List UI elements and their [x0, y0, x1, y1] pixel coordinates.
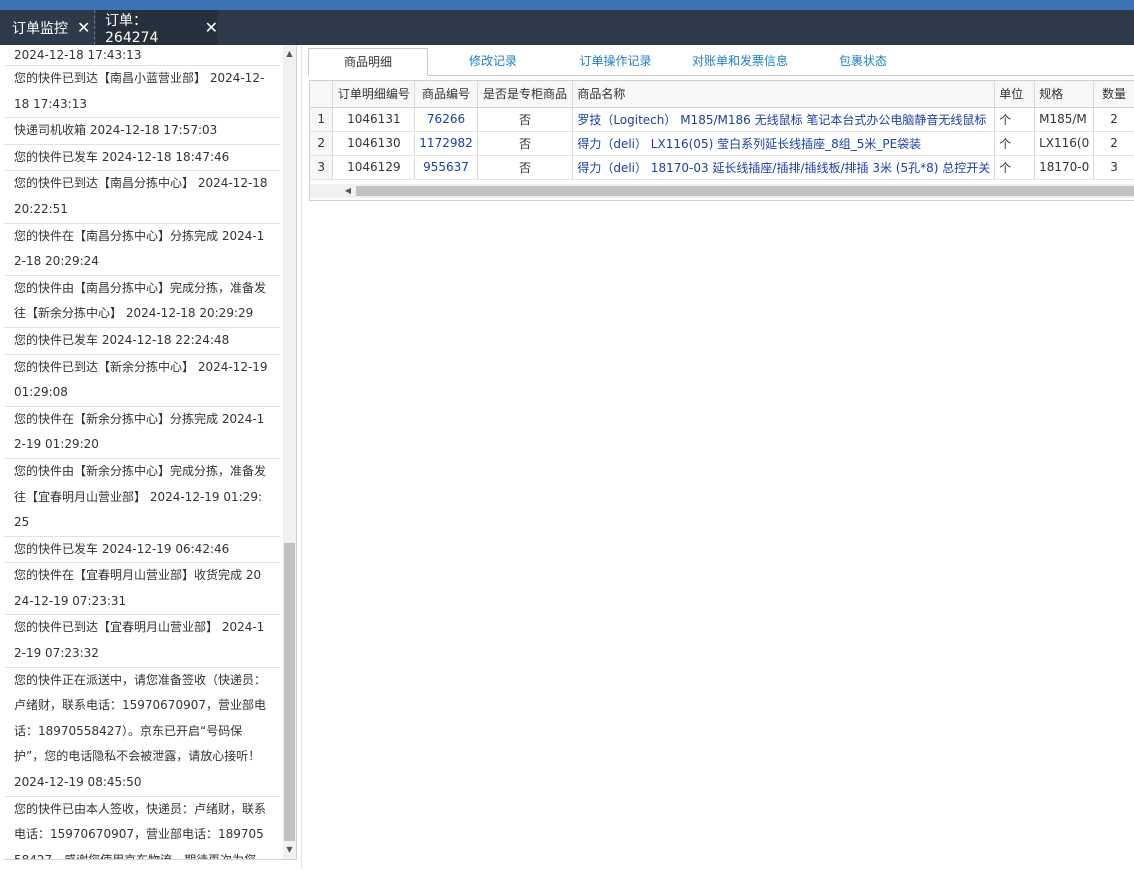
detail-tab-strip: 商品明细 修改记录 订单操作记录 对账单和发票信息 包裹状态 [308, 45, 1134, 76]
log-item: 您的快件正在派送中，请您准备签收（快递员：卢绪财，联系电话：1597067090… [4, 668, 280, 797]
tracking-log-list: 2024-12-18 17:43:13 您的快件已到达【南昌小蓝营业部】 202… [4, 45, 280, 859]
cell-quantity: 2 [1093, 131, 1134, 156]
scroll-up-arrow-icon[interactable]: ▲ [283, 47, 296, 61]
cell-spec: 18170-0 [1034, 155, 1095, 180]
column-header-unit[interactable]: 单位 [994, 81, 1036, 108]
tab-label: 订单：264274 [105, 12, 159, 46]
tab-modification-log[interactable]: 修改记录 [438, 48, 548, 75]
log-item: 您的快件在【宜春明月山营业部】收货完成 2024-12-19 07:23:31 [4, 563, 280, 616]
tab-order-detail[interactable]: 订单：264274 ✕ [96, 10, 218, 46]
row-number: 3 [310, 155, 334, 180]
table-row[interactable]: 1 1046131 76266 否 罗技（Logitech） M185/M186… [310, 107, 1134, 132]
tab-label: 订单监控 [12, 20, 68, 37]
cell-counter-item: 否 [477, 155, 574, 180]
cell-product-name-link[interactable]: 罗技（Logitech） M185/M186 无线鼠标 笔记本台式办公电脑静音无… [572, 107, 996, 132]
table-row[interactable]: 3 1046129 955637 否 得力（deli） 18170-03 延长线… [310, 155, 1134, 180]
row-number: 1 [310, 107, 334, 132]
column-header-detail-id[interactable]: 订单明细编号 [332, 81, 416, 108]
cell-unit: 个 [994, 107, 1036, 132]
tab-package-status[interactable]: 包裹状态 [813, 48, 913, 75]
cell-counter-item: 否 [477, 131, 574, 156]
product-detail-grid: 订单明细编号 商品编号 是否是专柜商品 商品名称 单位 规格 数量 1 1046… [309, 80, 1134, 201]
log-item: 您的快件已发车 2024-12-19 06:42:46 [4, 537, 280, 564]
cell-product-id-link[interactable]: 76266 [414, 107, 478, 132]
cell-detail-id: 1046131 [332, 107, 416, 132]
tab-order-operation-log[interactable]: 订单操作记录 [563, 48, 668, 75]
vertical-scrollbar[interactable]: ▲ ▼ [283, 45, 296, 859]
cell-spec: M185/M [1034, 107, 1095, 132]
cell-product-name-link[interactable]: 得力（deli） LX116(05) 莹白系列延长线插座_8组_5米_PE袋装 [572, 131, 996, 156]
cell-product-name-link[interactable]: 得力（deli） 18170-03 延长线插座/插排/插线板/排插 3米 (5孔… [572, 155, 996, 180]
cell-spec: LX116(0 [1034, 131, 1095, 156]
log-item: 您的快件已到达【南昌小蓝营业部】 2024-12-18 17:43:13 [4, 66, 280, 119]
column-header-rownum [310, 81, 334, 108]
cell-quantity: 3 [1093, 155, 1134, 180]
log-item: 您的快件由【南昌分拣中心】完成分拣，准备发往【新余分拣中心】 2024-12-1… [4, 276, 280, 328]
cell-unit: 个 [994, 155, 1036, 180]
cell-counter-item: 否 [477, 107, 574, 132]
log-item: 快递司机收箱 2024-12-18 17:57:03 [4, 118, 280, 145]
log-item: 您的快件已由本人签收，快递员：卢绪财，联系电话：15970670907，营业部电… [4, 797, 280, 859]
log-item: 您的快件已发车 2024-12-18 18:47:46 [4, 145, 280, 172]
scrollbar-thumb[interactable] [356, 186, 1134, 196]
close-icon[interactable]: ✕ [77, 19, 90, 36]
column-header-quantity[interactable]: 数量 [1093, 81, 1134, 108]
cell-detail-id: 1046130 [332, 131, 416, 156]
log-item: 您的快件由【新余分拣中心】完成分拣，准备发往【宜春明月山营业部】 2024-12… [4, 459, 280, 537]
tracking-log-panel: 2024-12-18 17:43:13 您的快件已到达【南昌小蓝营业部】 202… [4, 45, 297, 859]
table-row[interactable]: 2 1046130 1172982 否 得力（deli） LX116(05) 莹… [310, 131, 1134, 156]
cell-unit: 个 [994, 131, 1036, 156]
log-item: 您的快件在【南昌分拣中心】分拣完成 2024-12-18 20:29:24 [4, 224, 280, 276]
product-table: 订单明细编号 商品编号 是否是专柜商品 商品名称 单位 规格 数量 1 1046… [310, 81, 1134, 180]
document-tab-bar: 订单监控 ✕ 订单：264274 ✕ [0, 10, 1134, 46]
cell-detail-id: 1046129 [332, 155, 416, 180]
top-accent-bar [0, 0, 1134, 10]
close-icon[interactable]: ✕ [205, 19, 218, 36]
left-panel-footer [4, 859, 297, 870]
cell-product-id-link[interactable]: 1172982 [414, 131, 478, 156]
scroll-down-arrow-icon[interactable]: ▼ [283, 843, 296, 857]
column-header-product-name[interactable]: 商品名称 [572, 81, 996, 108]
column-header-product-id[interactable]: 商品编号 [414, 81, 478, 108]
log-item: 您的快件已到达【新余分拣中心】 2024-12-19 01:29:08 [4, 355, 280, 407]
log-item: 您的快件在【新余分拣中心】分拣完成 2024-12-19 01:29:20 [4, 407, 280, 459]
scroll-left-arrow-icon[interactable]: ◀ [342, 184, 354, 198]
cell-quantity: 2 [1093, 107, 1134, 132]
scrollbar-thumb[interactable] [284, 543, 295, 841]
column-header-spec[interactable]: 规格 [1034, 81, 1095, 108]
tab-order-monitor[interactable]: 订单监控 ✕ [0, 10, 95, 45]
cell-product-id-link[interactable]: 955637 [414, 155, 478, 180]
column-header-counter-item[interactable]: 是否是专柜商品 [477, 81, 574, 108]
horizontal-scrollbar[interactable]: ◀ [310, 184, 1134, 198]
log-item: 您的快件已发车 2024-12-18 22:24:48 [4, 328, 280, 355]
panel-divider[interactable] [301, 45, 302, 869]
tab-statement-invoice[interactable]: 对账单和发票信息 [680, 48, 800, 75]
tab-product-details[interactable]: 商品明细 [308, 48, 428, 76]
log-item: 2024-12-18 17:43:13 [4, 45, 280, 66]
row-number: 2 [310, 131, 334, 156]
log-item: 您的快件已到达【南昌分拣中心】 2024-12-18 20:22:51 [4, 171, 280, 224]
log-item: 您的快件已到达【宜春明月山营业部】 2024-12-19 07:23:32 [4, 615, 280, 668]
table-header-row: 订单明细编号 商品编号 是否是专柜商品 商品名称 单位 规格 数量 [310, 81, 1134, 108]
